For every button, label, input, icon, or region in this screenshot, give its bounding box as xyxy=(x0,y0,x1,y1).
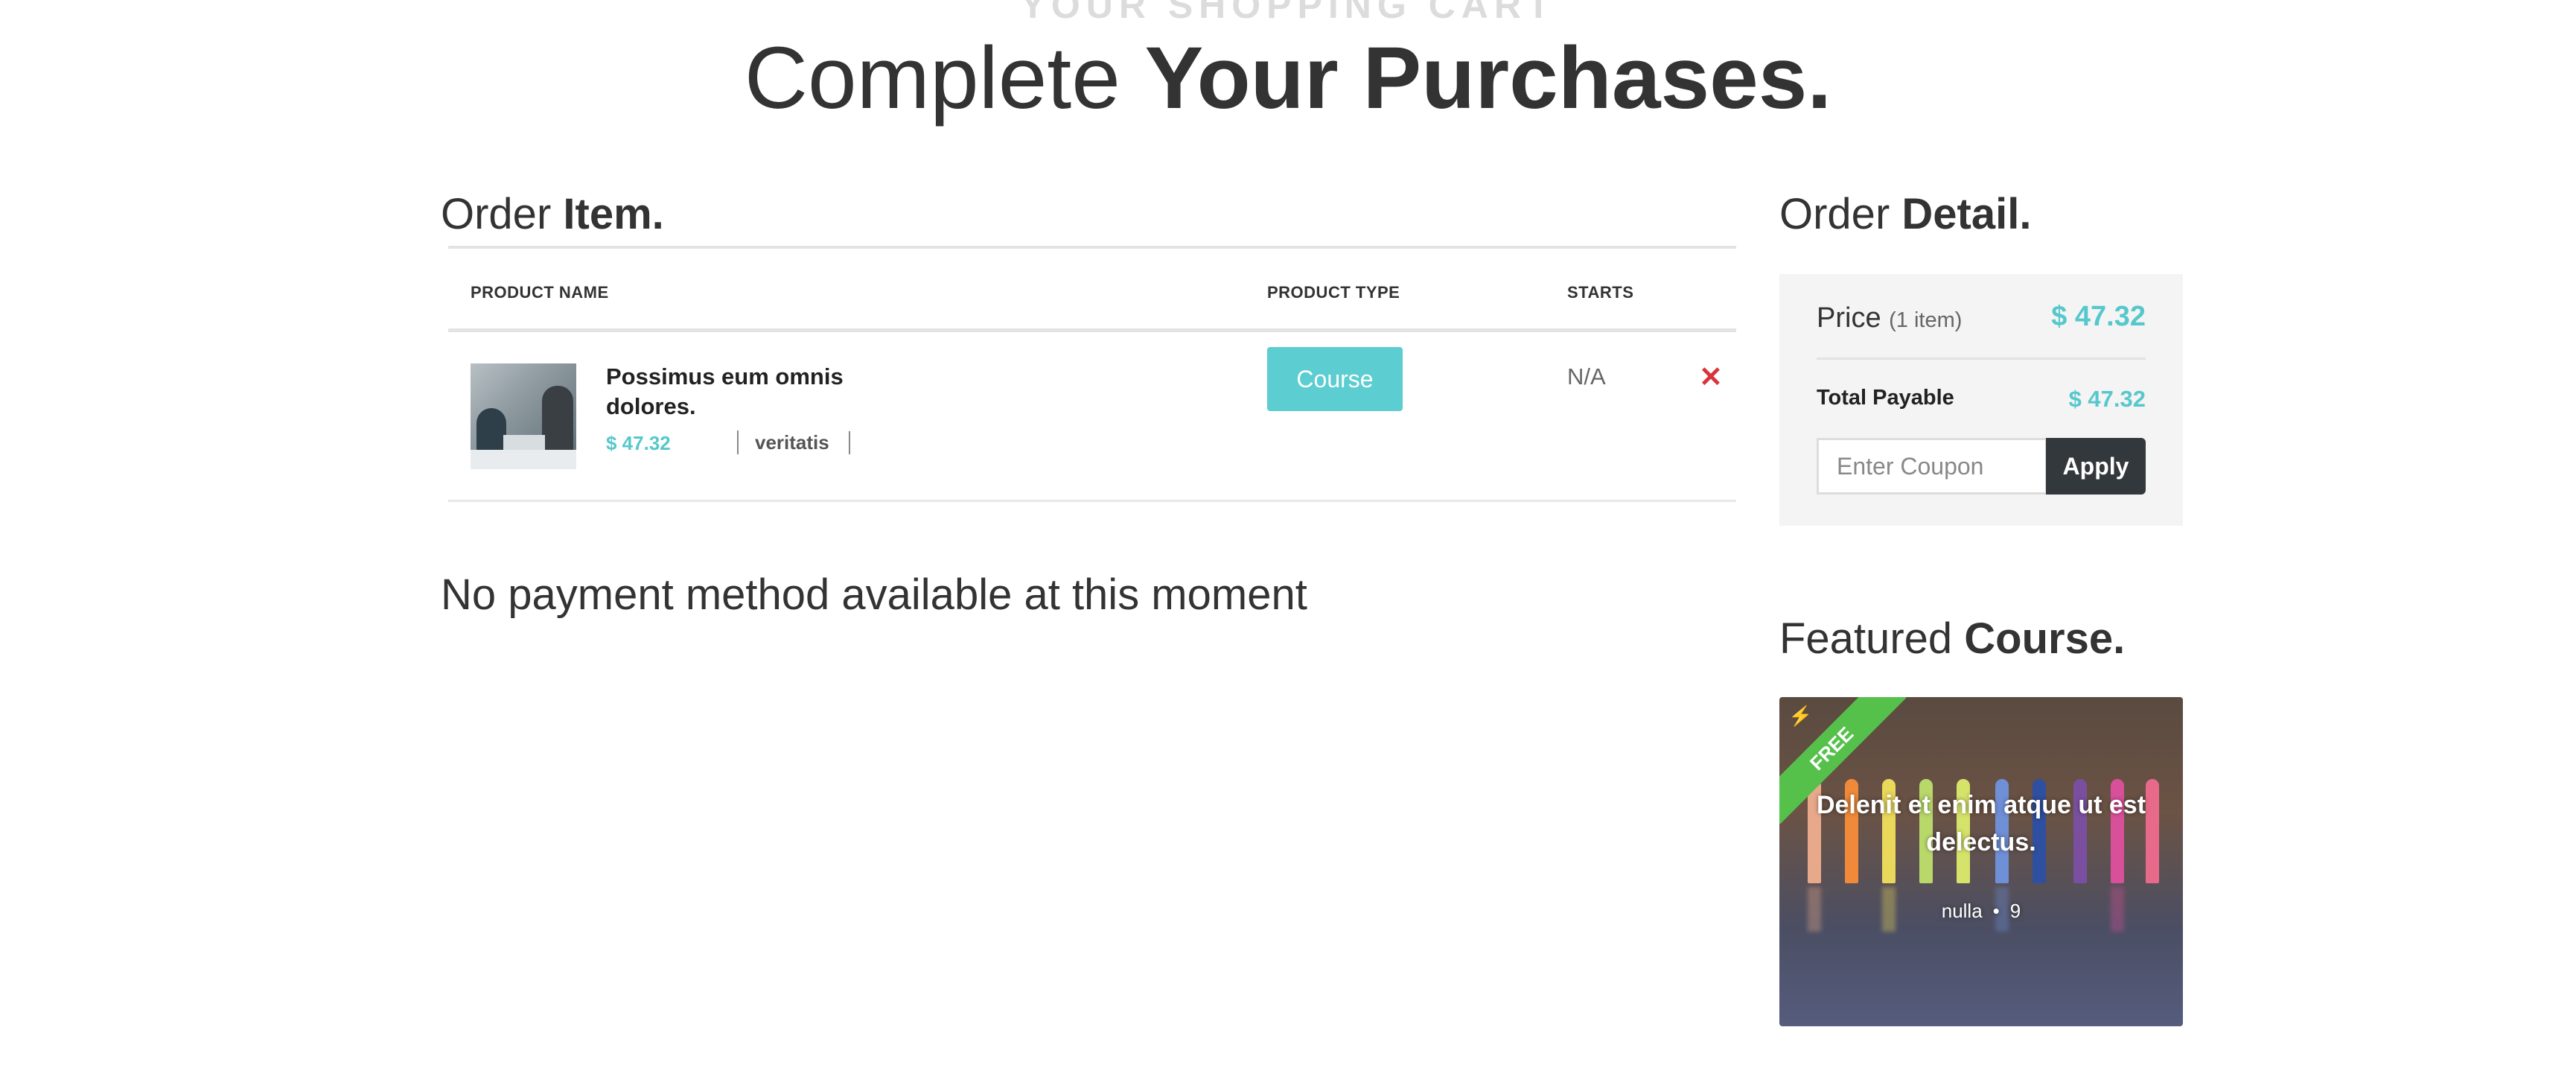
order-detail-title-bold: Detail. xyxy=(1901,190,2032,238)
column-product-name: PRODUCT NAME xyxy=(471,283,609,302)
meta-separator-icon: • xyxy=(1992,900,2000,922)
total-payable-value: $ 47.32 xyxy=(2068,386,2146,412)
price-label-text: Price xyxy=(1817,302,1881,334)
featured-course-title: Featured Course. xyxy=(1779,611,2125,667)
product-meta: veritatis xyxy=(737,430,850,454)
product-type-badge: Course xyxy=(1267,347,1403,411)
column-starts: STARTS xyxy=(1567,283,1634,302)
price-value: $ 47.32 xyxy=(2051,301,2146,332)
divider xyxy=(1817,357,2146,360)
product-thumbnail[interactable] xyxy=(471,363,576,469)
bolt-icon: ⚡ xyxy=(1788,705,1813,727)
featured-course-count: 9 xyxy=(2009,900,2021,922)
order-items-title: Order Item. xyxy=(441,186,1736,243)
product-price: $ 47.32 xyxy=(606,432,671,454)
page-title-bold: Your Purchases. xyxy=(1144,29,1832,127)
featured-course-meta: nulla • 9 xyxy=(1779,900,2183,923)
product-starts: N/A xyxy=(1567,363,1606,390)
order-detail-title: Order Detail. xyxy=(1779,186,2183,243)
order-detail-box: Price (1 item) $ 47.32 Total Payable $ 4… xyxy=(1779,274,2183,526)
no-payment-message: No payment method available at this mome… xyxy=(441,570,1307,619)
price-item-count: (1 item) xyxy=(1889,308,1963,332)
featured-title-light: Featured xyxy=(1779,614,1953,663)
featured-course-card[interactable]: FREE ⚡ Delenit et enim atque ut est dele… xyxy=(1779,697,2183,1026)
featured-title-bold: Course. xyxy=(1964,614,2126,663)
order-items-section: Order Item. PRODUCT NAME PRODUCT TYPE ST… xyxy=(441,186,1736,619)
remove-item-icon[interactable]: ✕ xyxy=(1699,360,1723,394)
order-detail-title-light: Order xyxy=(1779,190,1890,238)
order-items-title-light: Order xyxy=(441,190,552,238)
page-title-light: Complete xyxy=(744,29,1120,127)
sidebar: Order Detail. Price (1 item) $ 47.32 Tot… xyxy=(1779,186,2183,1026)
cart-table-header: PRODUCT NAME PRODUCT TYPE STARTS xyxy=(448,246,1736,332)
page-title: Complete Your Purchases. xyxy=(0,22,2576,134)
featured-course-name[interactable]: Delenit et enim atque ut est delectus. xyxy=(1809,786,2153,861)
coupon-input[interactable] xyxy=(1817,438,2047,495)
column-product-type: PRODUCT TYPE xyxy=(1267,283,1400,302)
product-name[interactable]: Possimus eum omnis dolores. xyxy=(606,362,874,422)
total-payable-label: Total Payable xyxy=(1817,386,1954,410)
price-label: Price (1 item) xyxy=(1817,302,1962,334)
product-meta-label: veritatis xyxy=(739,430,850,454)
order-items-title-bold: Item. xyxy=(563,190,664,238)
apply-coupon-button[interactable]: Apply xyxy=(2046,438,2146,495)
cart-table: PRODUCT NAME PRODUCT TYPE STARTS Possimu… xyxy=(448,246,1736,502)
table-row: Possimus eum omnis dolores. $ 47.32 veri… xyxy=(448,332,1736,502)
featured-course-category: nulla xyxy=(1941,900,1983,922)
